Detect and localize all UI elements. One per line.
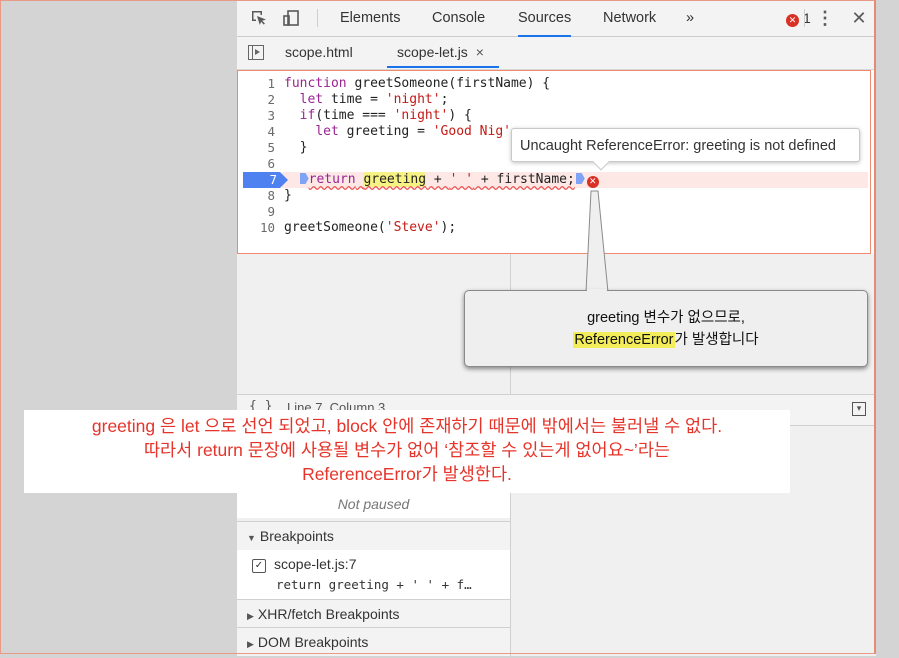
file-tabs: scope.html scope-let.js × (237, 37, 876, 70)
code-line: let greeting = 'Good Nig' (315, 124, 511, 139)
inspect-icon[interactable] (250, 9, 268, 27)
more-vert-icon[interactable]: ⋮ (816, 9, 834, 27)
annotation-line1: greeting 은 let 으로 선언 되었고, block 안에 존재하기 … (91, 416, 723, 436)
line-number[interactable]: 1 (238, 76, 275, 92)
error-icon[interactable]: ✕ (586, 176, 599, 188)
code-line: if(time === 'night') { (299, 108, 472, 123)
tab-elements[interactable]: Elements (340, 0, 400, 36)
breakpoint-location: scope-let.js:7 (274, 556, 357, 572)
file-tab-scope-let-js[interactable]: scope-let.js × (397, 37, 484, 69)
more-tabs-button[interactable]: » (686, 0, 694, 36)
file-tab-label: scope-let.js (397, 44, 468, 60)
device-toolbar-icon[interactable] (282, 9, 300, 27)
toolbar-divider (317, 9, 318, 27)
expand-triangle-icon: ▶ (247, 639, 254, 649)
code-line: } (284, 140, 308, 155)
expand-triangle-icon: ▶ (247, 611, 254, 621)
toggle-debugger-icon[interactable]: ▾ (852, 402, 866, 416)
active-file-indicator (387, 66, 499, 68)
annotation-line3: ReferenceError가 발생한다. (302, 464, 512, 484)
toolbar-divider (804, 9, 805, 27)
code-line: let time = 'night'; (299, 92, 449, 107)
line-number[interactable]: 6 (238, 156, 275, 172)
inline-breakpoint-icon[interactable] (575, 173, 585, 184)
xhr-breakpoints-section: ▶ XHR/fetch Breakpoints (237, 599, 510, 628)
annotation-overlay: greeting 은 let 으로 선언 되었고, block 안에 존재하기 … (24, 410, 790, 493)
file-tab-scope-html[interactable]: scope.html (285, 37, 353, 69)
call-stack-not-paused: Not paused (237, 490, 510, 518)
line-number[interactable]: 8 (238, 188, 275, 204)
tab-console[interactable]: Console (432, 0, 485, 36)
callout-line2: ReferenceError가 발생합니다 (465, 329, 867, 351)
breakpoint-item[interactable]: ✓ scope-let.js:7 return greeting + ' ' +… (237, 550, 510, 600)
dom-breakpoints-section: ▶ DOM Breakpoints (237, 627, 510, 656)
callout-bubble: greeting 변수가 없으므로, ReferenceError가 발생합니다 (464, 290, 868, 367)
breakpoint-code: return greeting + ' ' + f… (276, 577, 472, 592)
code-line: greetSomeone('Steve'); (284, 220, 457, 235)
code-line-error: return greeting + ' ' + firstName; ✕ (284, 172, 599, 188)
inline-breakpoint-icon[interactable] (299, 173, 309, 184)
dom-breakpoints-label: DOM Breakpoints (257, 634, 369, 650)
callout-line1: greeting 변수가 없으므로, (587, 310, 745, 326)
breakpoints-header[interactable]: ▼ Breakpoints (237, 522, 510, 550)
breakpoints-section: ▼ Breakpoints ✓ scope-let.js:7 return gre… (237, 521, 510, 600)
devtools-toolbar: Elements Console Sources Network » ✕ 1 ⋮ … (237, 0, 876, 37)
breakpoint-checkbox[interactable]: ✓ (252, 559, 266, 573)
dom-breakpoints-header[interactable]: ▶ DOM Breakpoints (237, 628, 510, 656)
tab-sources[interactable]: Sources (518, 0, 572, 37)
line-number[interactable]: 9 (238, 204, 275, 220)
line-number[interactable]: 2 (238, 92, 275, 108)
code-line: function greetSomeone(firstName) { (284, 76, 551, 91)
code-line: } (284, 188, 292, 203)
callout-rest: 가 발생합니다 (674, 332, 759, 348)
close-tab-icon[interactable]: × (476, 44, 484, 60)
xhr-breakpoints-header[interactable]: ▶ XHR/fetch Breakpoints (237, 600, 510, 628)
expand-triangle-icon: ▼ (247, 533, 256, 543)
line-number[interactable]: 10 (238, 220, 275, 236)
breakpoint-marker[interactable]: 7 (243, 172, 288, 188)
navigator-toggle-icon[interactable] (248, 45, 264, 60)
error-count[interactable]: ✕ 1 (786, 0, 811, 36)
tab-network[interactable]: Network (603, 0, 656, 36)
line-number[interactable]: 3 (238, 108, 275, 124)
error-icon: ✕ (786, 14, 799, 27)
breakpoints-header-label: Breakpoints (259, 528, 334, 544)
xhr-breakpoints-label: XHR/fetch Breakpoints (257, 606, 400, 622)
close-icon[interactable]: ✕ (850, 9, 868, 27)
line-number[interactable]: 4 (238, 124, 275, 140)
line-number[interactable]: 5 (238, 140, 275, 156)
error-tooltip: Uncaught ReferenceError: greeting is not… (511, 128, 860, 162)
callout-highlight: ReferenceError (573, 332, 675, 348)
annotation-line2: 따라서 return 문장에 사용될 변수가 없어 ‘참조할 수 있는게 없어요… (143, 440, 671, 460)
